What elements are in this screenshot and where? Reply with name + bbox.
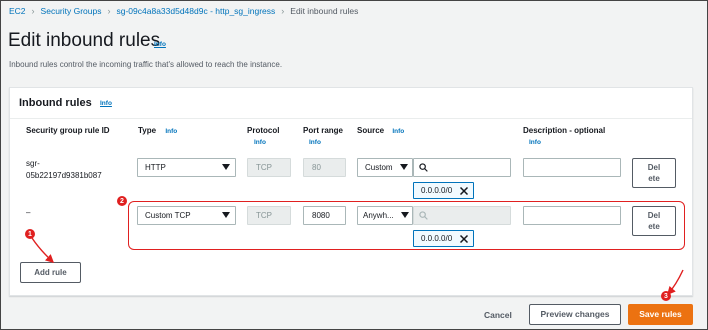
annotation-arrows	[31, 237, 684, 296]
arrow-to-save-rules	[667, 269, 684, 296]
arrow-to-add-rule	[31, 237, 55, 263]
